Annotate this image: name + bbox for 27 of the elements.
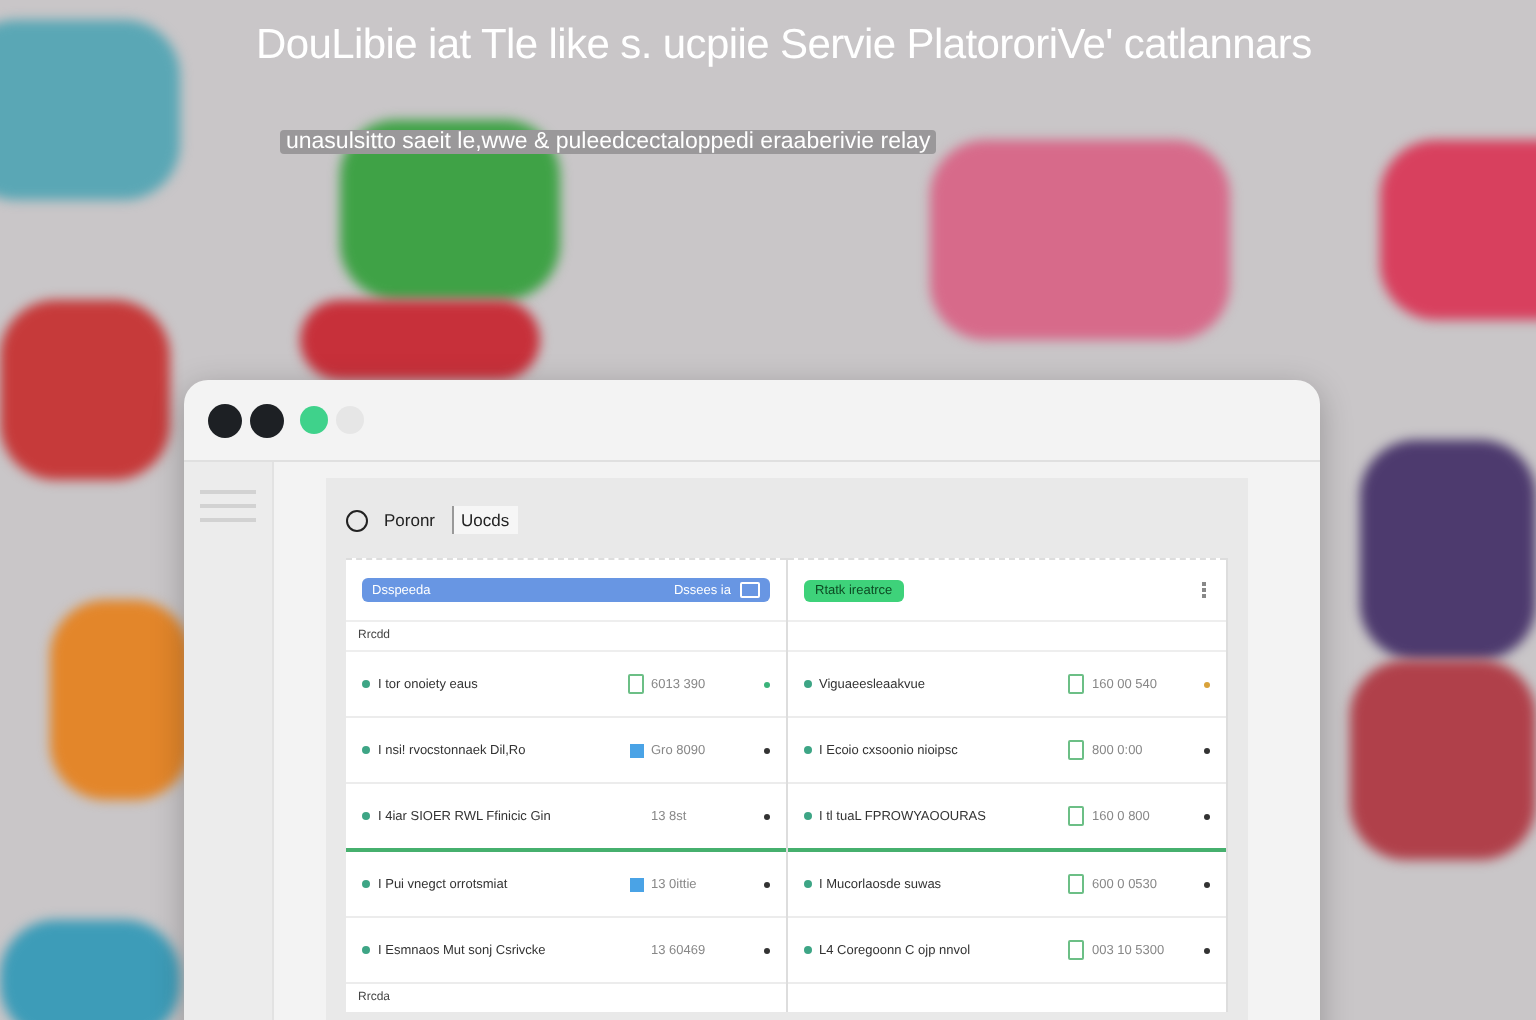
tab[interactable]: Poronr [376,506,444,534]
square-icon [629,743,643,757]
bullet-icon [362,880,370,888]
bullet-icon [362,680,370,688]
headline: DouLibie iat Tle like s. ucpiie Servie PlatororiVe' catlannars [256,22,1312,70]
image-icon[interactable] [739,582,759,598]
bullet-icon [362,812,370,820]
document-icon [1068,806,1084,826]
bullet-icon [803,746,811,754]
document-icon [1068,740,1084,760]
logo-icon [346,509,368,531]
document-icon [1068,874,1084,894]
bullet-icon [803,880,811,888]
bullet-icon [803,812,811,820]
window-control[interactable] [208,403,242,437]
document-icon [1068,674,1084,694]
bullet-icon [362,946,370,954]
more-icon[interactable] [1202,582,1210,598]
subtitle: unasulsitto saeit le,wwe & puleedcectaloppedi eraaberivie relay [280,130,937,154]
bullet-icon [362,746,370,754]
document-icon [1068,940,1084,960]
square-icon [629,877,643,891]
bullet-icon [803,680,811,688]
bullet-icon [803,946,811,954]
window-control[interactable] [250,403,284,437]
document-icon [627,674,643,694]
tab[interactable]: Uocds [451,506,518,534]
